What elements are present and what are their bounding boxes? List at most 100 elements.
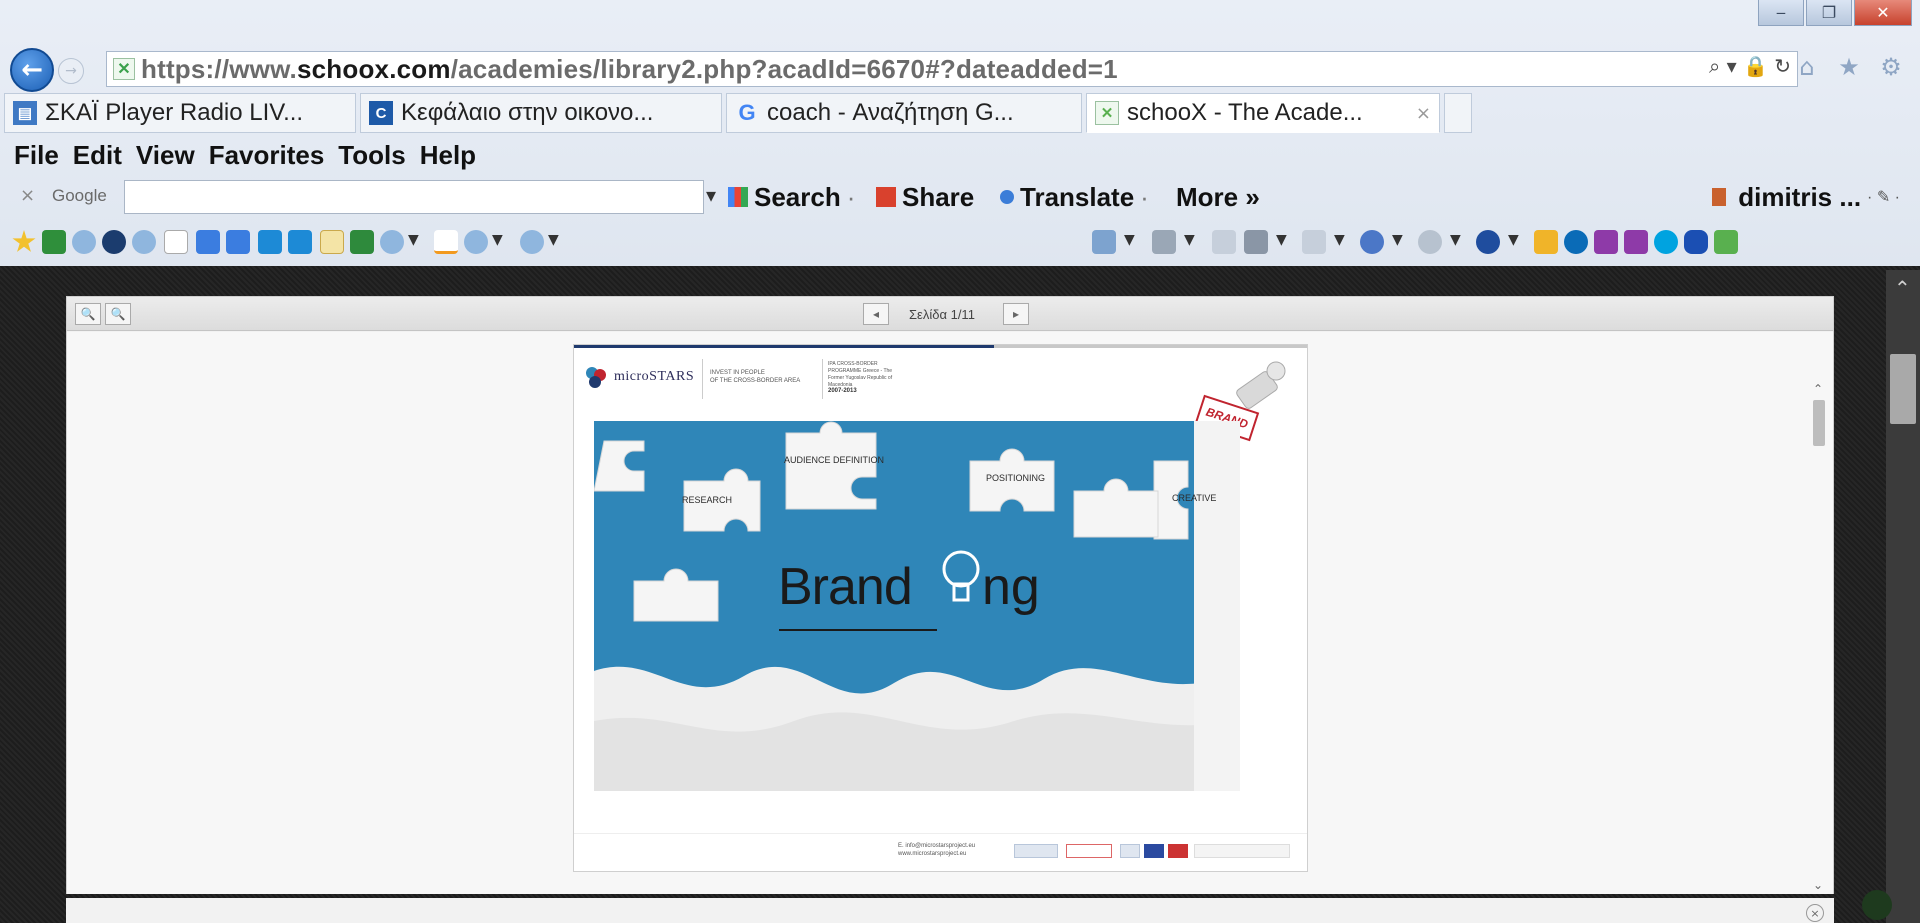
fav-amazon-icon[interactable] [434, 230, 458, 254]
onenote-icon[interactable] [1594, 230, 1618, 254]
chevron-down-icon[interactable]: ▼ [492, 232, 503, 248]
tab-schoox[interactable]: ✕ schooX - The Acade... × [1086, 93, 1440, 133]
fav-google-plus-icon[interactable] [226, 230, 250, 254]
green-leaf-icon[interactable] [1714, 230, 1738, 254]
google-user-menu[interactable]: dimitris ... · ✎ · [1712, 181, 1900, 213]
zoom-out-button[interactable]: 🔍 [75, 303, 101, 325]
fav-blank-icon[interactable] [164, 230, 188, 254]
google-search-button[interactable]: Search · [728, 181, 855, 213]
tab-google-coach[interactable]: G coach - Αναζήτηση G... [726, 93, 1082, 133]
google-translate-button[interactable]: Translate · [1000, 181, 1149, 213]
menu-view[interactable]: View [136, 140, 195, 171]
browser-chrome: ‒ ❐ ✕ ← → ✕ https://www.schoox.com/acade… [0, 0, 1920, 266]
skype-icon[interactable] [1654, 230, 1678, 254]
next-page-button[interactable]: ▸ [1003, 303, 1029, 325]
favorites-star-icon[interactable] [12, 230, 36, 252]
address-bar[interactable]: ✕ https://www.schoox.com/academies/libra… [106, 51, 1798, 87]
fav-add-icon[interactable] [42, 230, 66, 254]
menu-help[interactable]: Help [420, 140, 476, 171]
puzzle-label-positioning: POSITIONING [986, 473, 1046, 483]
doc-footer-logos: E. info@microstarsproject.eu www.microst… [574, 833, 1307, 871]
scroll-up-icon[interactable]: ⌃ [1813, 382, 1823, 396]
menu-edit[interactable]: Edit [73, 140, 122, 171]
menu-bar: File Edit View Favorites Tools Help [0, 137, 1920, 173]
separator-dot: · [1140, 181, 1149, 212]
share-icon [876, 187, 896, 207]
fav-ie-icon[interactable] [132, 230, 156, 254]
puzzle-label-research: RESEARCH [682, 495, 733, 505]
google-search-dropdown[interactable]: ▾ [706, 183, 716, 207]
scroll-down-icon[interactable]: ⌄ [1813, 878, 1823, 892]
viewer-close-icon[interactable]: × [1806, 904, 1824, 922]
close-window-button[interactable]: ✕ [1854, 0, 1912, 26]
menu-favorites[interactable]: Favorites [209, 140, 325, 171]
forward-button[interactable]: → [58, 58, 84, 84]
pen-icon[interactable] [1534, 230, 1558, 254]
tab-close-icon[interactable]: × [1416, 103, 1431, 124]
chevron-down-icon[interactable]: ▼ [408, 232, 419, 248]
back-button[interactable]: ← [10, 48, 54, 92]
menu-file[interactable]: File [14, 140, 59, 171]
chevron-down-icon[interactable]: ▼ [1124, 232, 1135, 248]
fav-ie-icon[interactable] [464, 230, 488, 254]
minimize-button[interactable]: ‒ [1758, 0, 1804, 26]
address-row: ← → ✕ https://www.schoox.com/academies/l… [0, 46, 1920, 92]
safety-icon[interactable] [1360, 230, 1384, 254]
fav-note-icon[interactable] [320, 230, 344, 254]
viewer-scroll-thumb[interactable] [1813, 400, 1825, 446]
chevron-down-icon[interactable]: ▼ [1184, 232, 1195, 248]
page-icon[interactable] [1302, 230, 1326, 254]
tagline-line1: INVEST IN PEOPLE [710, 370, 765, 376]
corner-widget-icon[interactable] [1862, 890, 1892, 920]
onenote-icon[interactable] [1624, 230, 1648, 254]
zoom-in-button[interactable]: 🔍 [105, 303, 131, 325]
chevron-down-icon[interactable]: ▼ [1508, 232, 1519, 248]
back-arrow-icon: ← [21, 55, 43, 85]
flag-logo [1168, 844, 1188, 858]
chevron-down-icon[interactable]: ▼ [548, 232, 559, 248]
new-tab-button[interactable] [1444, 93, 1472, 133]
favorites-star-icon[interactable]: ★ [1834, 52, 1864, 82]
chevron-down-icon[interactable]: ▼ [1334, 232, 1345, 248]
tab-label: Κεφάλαιο στην οικονο... [401, 99, 654, 126]
chevron-down-icon[interactable]: ▼ [1276, 232, 1287, 248]
rss-icon[interactable] [1152, 230, 1176, 254]
fav-windows-icon[interactable] [258, 230, 282, 254]
headline-brand: Brand [778, 558, 913, 616]
google-search-input[interactable] [124, 180, 704, 214]
restore-button[interactable]: ❐ [1806, 0, 1852, 26]
wrench-icon[interactable]: · ✎ · [1867, 187, 1900, 207]
google-toolbar-close-icon[interactable]: × [20, 185, 35, 206]
fav-circle-icon[interactable] [102, 230, 126, 254]
fav-ie-icon[interactable] [380, 230, 404, 254]
fav-google-plus-icon[interactable] [196, 230, 220, 254]
chevron-down-icon[interactable]: ▼ [1450, 232, 1461, 248]
tools-gear-icon[interactable] [1418, 230, 1442, 254]
scrollbar-thumb[interactable] [1890, 354, 1916, 424]
print-icon[interactable] [1244, 230, 1268, 254]
fav-windows-icon[interactable] [288, 230, 312, 254]
fav-ie-icon[interactable] [72, 230, 96, 254]
page-scrollbar[interactable]: ⌃ [1886, 270, 1920, 923]
google-share-button[interactable]: Share [876, 181, 974, 213]
mail-icon[interactable] [1212, 230, 1236, 254]
puzzle-label-creative: CREATIVE [1172, 493, 1217, 503]
gear-icon[interactable]: ⚙ [1876, 52, 1906, 82]
help-icon[interactable] [1476, 230, 1500, 254]
url-text[interactable]: https://www.schoox.com/academies/library… [141, 54, 1118, 85]
home-toolbar-icon[interactable] [1092, 230, 1116, 254]
hp-icon[interactable] [1564, 230, 1588, 254]
address-tools-icons[interactable]: ⌕ ▾ 🔒 ↻ [1709, 54, 1791, 78]
fav-ie-icon[interactable] [520, 230, 544, 254]
tab-skai-radio[interactable]: ▤ ΣΚΑΪ Player Radio LIV... [4, 93, 356, 133]
prev-page-button[interactable]: ◂ [863, 303, 889, 325]
viewer-scrollbar[interactable]: ⌃ ⌄ [1811, 382, 1827, 892]
tab-kefalaio[interactable]: C Κεφάλαιο στην οικονο... [360, 93, 722, 133]
chevron-down-icon[interactable]: ▼ [1392, 232, 1403, 248]
scroll-up-icon[interactable]: ⌃ [1894, 276, 1911, 300]
menu-tools[interactable]: Tools [338, 140, 405, 171]
fav-rw-icon[interactable] [350, 230, 374, 254]
google-more-button[interactable]: More » [1176, 181, 1260, 213]
home-icon[interactable]: ⌂ [1792, 52, 1822, 82]
bluetooth-icon[interactable] [1684, 230, 1708, 254]
